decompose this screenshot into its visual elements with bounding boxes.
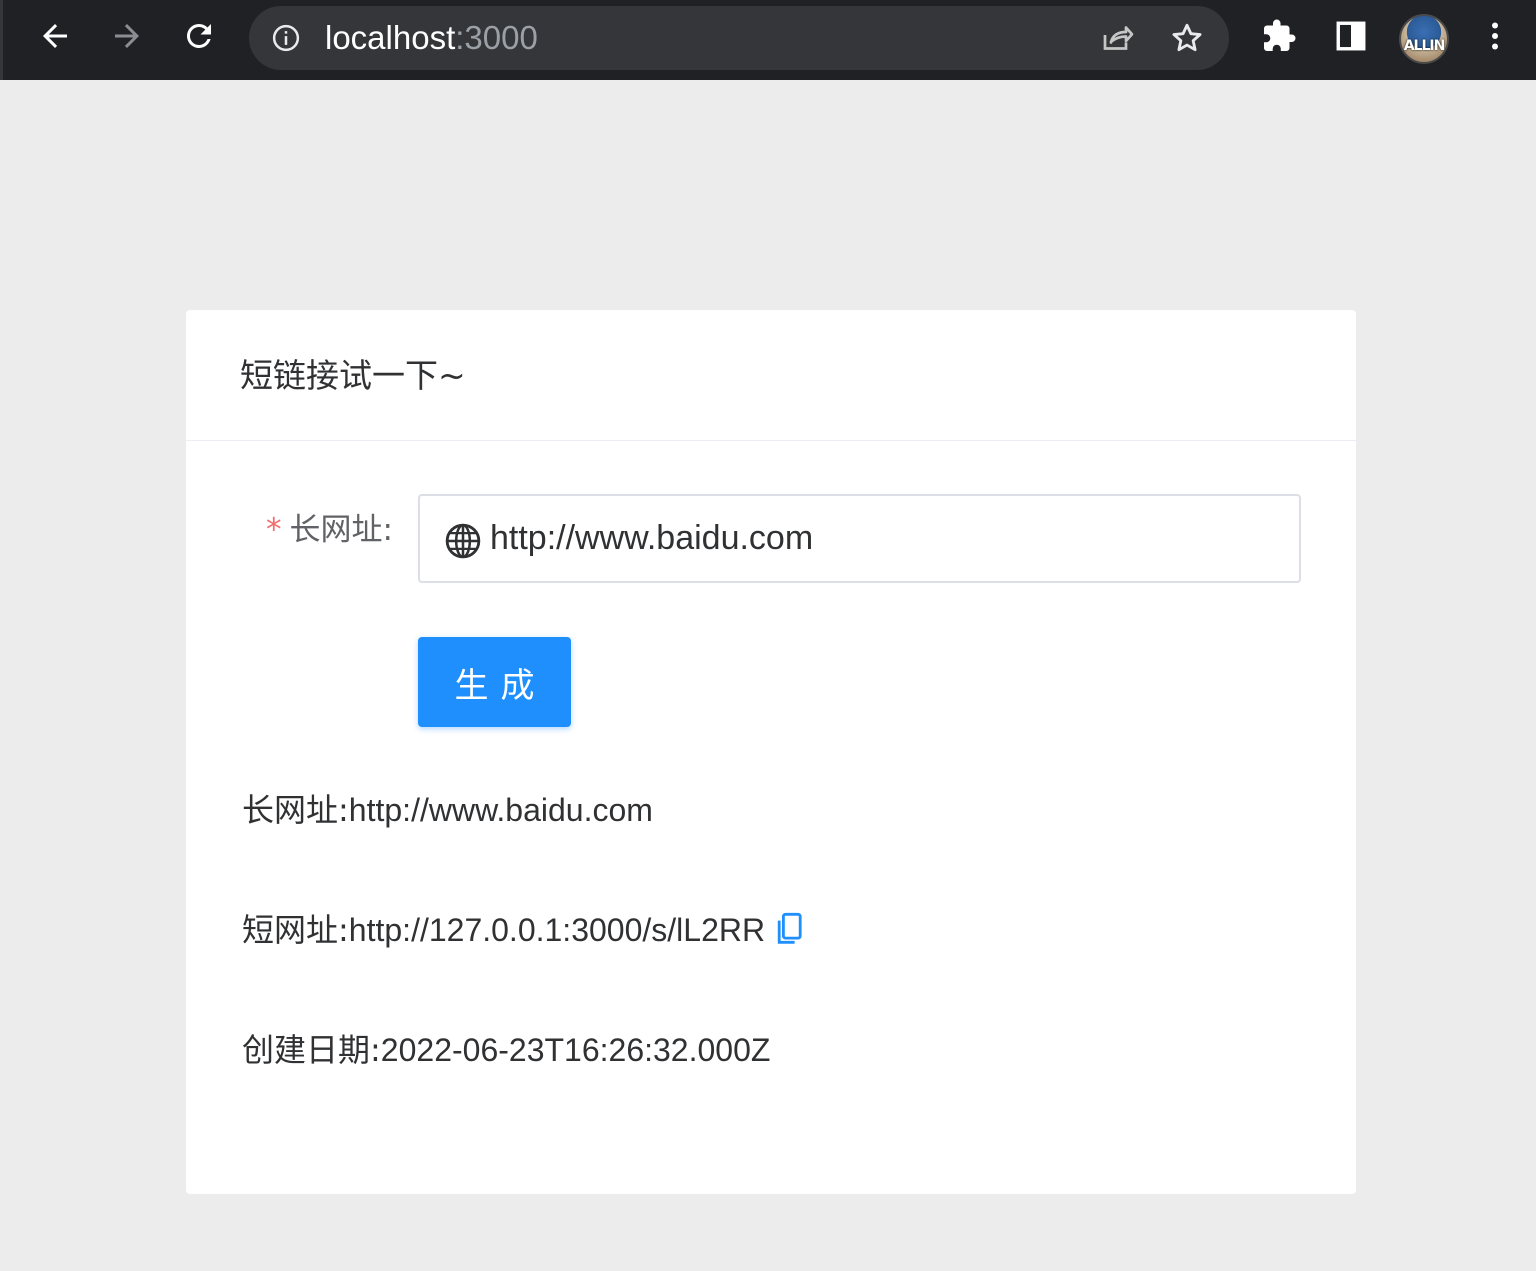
url-port: :3000 [455, 19, 538, 56]
forward-arrow-icon [115, 24, 139, 48]
info-icon[interactable] [271, 23, 301, 53]
url-text[interactable]: localhost:3000 [325, 20, 538, 56]
extensions-puzzle-icon [1264, 19, 1296, 51]
reload-button[interactable] [179, 16, 219, 56]
result-short-url-label: 短网址: [242, 911, 349, 949]
long-url-form-label: * 长网址: [266, 510, 393, 550]
long-url-input-wrapper[interactable] [418, 494, 1301, 583]
share-icon[interactable] [1099, 20, 1135, 56]
card-header: 短链接试一下~ [186, 310, 1356, 441]
result-long-url-label: 长网址: [242, 791, 349, 829]
result-long-url-value: http://www.baidu.com [348, 792, 653, 828]
extensions-button[interactable] [1259, 16, 1299, 56]
generate-button[interactable]: 生成 [418, 637, 571, 727]
shortlink-card: 短链接试一下~ *长网址: 生成 长网址:http://www.baidu.co… [186, 310, 1356, 1194]
profile-avatar[interactable]: ALLIN [1399, 14, 1449, 64]
required-mark: * [266, 512, 282, 548]
side-panel-icon [1336, 21, 1366, 51]
result-short-url-row: 短网址:http://127.0.0.1:3000/s/lL2RR [242, 910, 803, 950]
star-icon[interactable] [1169, 20, 1205, 56]
long-url-label-text: 长网址: [289, 512, 393, 548]
result-created-date-row: 创建日期:2022-06-23T16:26:32.000Z [242, 1030, 770, 1070]
reload-icon [186, 23, 211, 48]
back-button[interactable] [35, 16, 75, 56]
menu-button[interactable] [1475, 16, 1515, 56]
card-title: 短链接试一下~ [240, 356, 466, 395]
copy-icon[interactable] [775, 912, 803, 946]
back-arrow-icon [43, 24, 67, 48]
kebab-menu-icon [1492, 22, 1498, 50]
long-url-input[interactable] [490, 496, 1290, 581]
address-bar[interactable]: localhost:3000 [249, 6, 1229, 70]
url-host: localhost [325, 19, 456, 56]
result-date-value: 2022-06-23T16:26:32.000Z [380, 1032, 771, 1068]
globe-icon [445, 523, 481, 559]
result-long-url-row: 长网址:http://www.baidu.com [242, 790, 653, 830]
browser-toolbar: localhost:3000 ALLIN [0, 0, 1536, 80]
forward-button[interactable] [107, 16, 147, 56]
result-short-url-value: http://127.0.0.1:3000/s/lL2RR [348, 912, 766, 948]
side-panel-button[interactable] [1331, 16, 1371, 56]
result-date-label: 创建日期: [242, 1031, 381, 1069]
avatar-text: ALLIN [1403, 38, 1446, 54]
